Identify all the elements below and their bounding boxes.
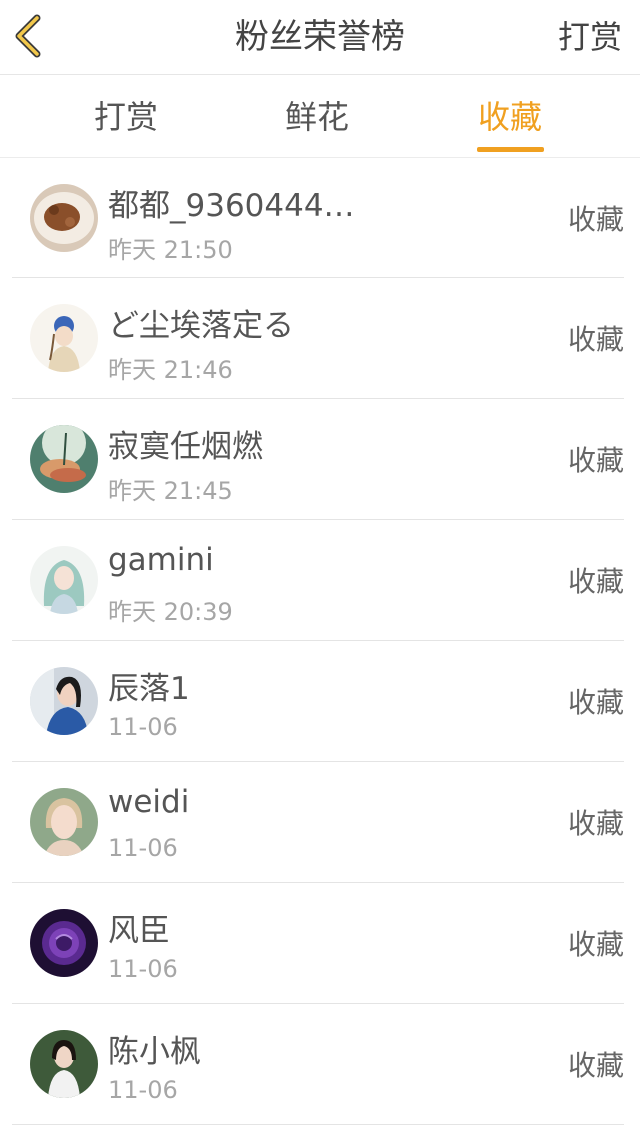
fan-action: 收藏: [567, 928, 624, 961]
list-item[interactable]: 辰落1 11-06 收藏: [12, 641, 624, 762]
fan-action: 收藏: [567, 807, 624, 840]
fan-time: 昨天 21:46: [108, 356, 233, 384]
reward-button[interactable]: 打赏: [558, 0, 622, 74]
girl-photo-avatar: [30, 1030, 98, 1098]
page-title: 粉丝荣誉榜: [235, 17, 405, 57]
list-item[interactable]: 都都_9360444… 昨天 21:50 收藏: [12, 158, 624, 278]
fan-name: 风臣: [108, 913, 170, 949]
tab-reward[interactable]: 打赏: [66, 75, 186, 157]
fan-time: 昨天 21:45: [108, 477, 233, 505]
fan-action: 收藏: [567, 444, 624, 477]
list-item[interactable]: 寂寞任烟燃 昨天 21:45 收藏: [12, 399, 624, 520]
fan-time: 11-06: [108, 1076, 178, 1104]
back-button[interactable]: [8, 12, 48, 60]
fan-time: 昨天 20:39: [108, 598, 233, 626]
fan-action: 收藏: [567, 323, 624, 356]
illustrated-girl-avatar: [30, 546, 98, 614]
fan-name: 辰落1: [108, 671, 190, 707]
fan-action: 收藏: [567, 203, 624, 236]
fan-name: 都都_9360444…: [108, 188, 355, 224]
woman-face-avatar: [30, 788, 98, 856]
fan-action: 收藏: [567, 565, 624, 598]
coffee-cup-avatar: [30, 184, 98, 252]
tab-collect[interactable]: 收藏: [450, 75, 570, 157]
active-tab-indicator: [477, 147, 544, 152]
flower-avatar: [30, 425, 98, 493]
list-item[interactable]: gamini 昨天 20:39 收藏: [12, 520, 624, 641]
anime-girl-avatar: [30, 304, 98, 372]
fan-name: weidi: [108, 784, 190, 820]
top-bar: 粉丝荣誉榜 打赏: [0, 0, 640, 75]
fan-action: 收藏: [567, 686, 624, 719]
chevron-left-icon: [15, 14, 41, 58]
fan-name: 寂寞任烟燃: [108, 429, 263, 465]
purple-rose-avatar: [30, 909, 98, 977]
list-item[interactable]: ど尘埃落定る 昨天 21:46 收藏: [12, 278, 624, 399]
portrait-avatar: [30, 667, 98, 735]
fan-name: 陈小枫: [108, 1034, 201, 1070]
fan-action: 收藏: [567, 1049, 624, 1082]
fan-time: 11-06: [108, 834, 178, 862]
list-item[interactable]: 风臣 11-06 收藏: [12, 883, 624, 1004]
fan-list: 都都_9360444… 昨天 21:50 收藏 ど尘埃落定る 昨天 21:46 …: [0, 158, 640, 1125]
fan-time: 11-06: [108, 713, 178, 741]
tab-flowers[interactable]: 鲜花: [257, 75, 377, 157]
list-item[interactable]: weidi 11-06 收藏: [12, 762, 624, 883]
fan-name: gamini: [108, 542, 214, 578]
fan-name: ど尘埃落定る: [108, 308, 294, 344]
fan-time: 11-06: [108, 955, 178, 983]
fan-time: 昨天 21:50: [108, 236, 233, 264]
list-item[interactable]: 陈小枫 11-06 收藏: [12, 1004, 624, 1125]
tab-bar: 打赏 鲜花 收藏: [0, 75, 640, 158]
